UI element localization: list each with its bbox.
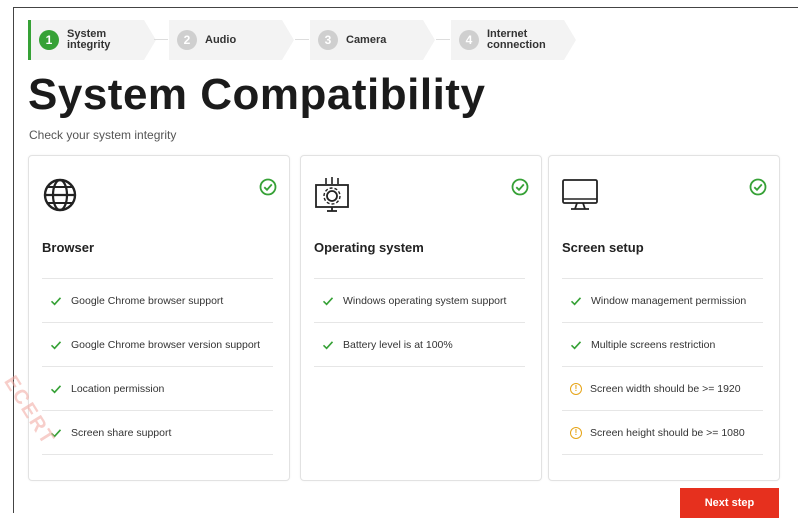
next-step-button[interactable]: Next step — [680, 488, 779, 518]
check-icon — [570, 296, 582, 305]
check-circle-icon — [259, 178, 277, 196]
step-number: 2 — [177, 30, 197, 50]
check-icon — [50, 384, 62, 393]
list-item: Location permission — [42, 366, 273, 410]
card-title: Screen setup — [562, 240, 644, 255]
list-item-text: Google Chrome browser support — [71, 294, 224, 307]
list-item-text: Google Chrome browser version support — [71, 338, 261, 351]
card-title: Browser — [42, 240, 95, 255]
step-connector — [154, 39, 168, 40]
list-item-text: Screen height should be >= 1080 — [590, 426, 745, 439]
list-item: Screen share support — [42, 410, 273, 455]
check-list: Window management permission Multiple sc… — [562, 278, 763, 455]
check-icon — [322, 340, 334, 349]
check-icon — [322, 296, 334, 305]
card-screen-setup: Screen setup Window management permissio… — [548, 155, 780, 481]
step-label: Camera — [346, 33, 387, 46]
list-item: Battery level is at 100% — [314, 322, 525, 367]
step-number: 1 — [39, 30, 59, 50]
card-title: Operating system — [314, 240, 424, 255]
list-item: ! Screen width should be >= 1920 — [562, 366, 763, 410]
step-connector — [436, 39, 450, 40]
warning-icon: ! — [570, 382, 582, 395]
list-item-text: Windows operating system support — [343, 294, 507, 307]
step-audio[interactable]: 2 Audio — [169, 20, 294, 60]
card-browser: Browser Google Chrome browser support Go… — [28, 155, 290, 481]
list-item-text: Screen width should be >= 1920 — [590, 382, 741, 395]
step-number: 3 — [318, 30, 338, 50]
step-connector — [295, 39, 309, 40]
list-item-text: Multiple screens restriction — [591, 338, 716, 351]
card-operating-system: Operating system Windows operating syste… — [300, 155, 542, 481]
step-number: 4 — [459, 30, 479, 50]
list-item-text: Location permission — [71, 382, 165, 395]
check-list: Windows operating system support Battery… — [314, 278, 525, 367]
check-icon — [50, 340, 62, 349]
os-gear-icon — [315, 177, 349, 212]
list-item-text: Screen share support — [71, 426, 172, 439]
list-item: Window management permission — [562, 278, 763, 322]
step-camera[interactable]: 3 Camera — [310, 20, 435, 60]
list-item: Windows operating system support — [314, 278, 525, 322]
list-item-text: Window management permission — [591, 294, 747, 307]
page-subtitle: Check your system integrity — [29, 128, 177, 142]
monitor-icon — [562, 179, 598, 210]
list-item: ! Screen height should be >= 1080 — [562, 410, 763, 455]
step-internet-connection[interactable]: 4 Internet connection — [451, 20, 576, 60]
list-item: Google Chrome browser support — [42, 278, 273, 322]
check-list: Google Chrome browser support Google Chr… — [42, 278, 273, 455]
step-label: System integrity — [67, 28, 111, 51]
step-system-integrity[interactable]: 1 System integrity — [28, 20, 156, 60]
page-title: System Compatibility — [28, 70, 486, 119]
warning-icon: ! — [570, 426, 582, 439]
check-icon — [570, 340, 582, 349]
check-icon — [50, 296, 62, 305]
list-item: Google Chrome browser version support — [42, 322, 273, 366]
list-item: Multiple screens restriction — [562, 322, 763, 366]
step-label: Internet connection — [487, 28, 546, 51]
step-label: Audio — [205, 33, 237, 46]
check-circle-icon — [749, 178, 767, 196]
check-circle-icon — [511, 178, 529, 196]
globe-icon — [43, 178, 77, 212]
list-item-text: Battery level is at 100% — [343, 338, 453, 351]
